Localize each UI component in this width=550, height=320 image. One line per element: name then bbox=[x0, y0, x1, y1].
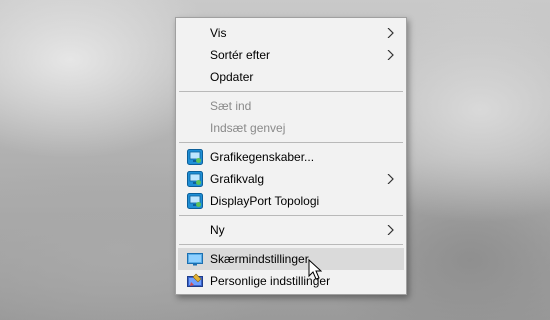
menu-item-graphics-properties-label: Grafikegenskaber... bbox=[210, 150, 315, 164]
intel-graphics-icon bbox=[187, 193, 203, 209]
menu-item-paste-label: Sæt ind bbox=[210, 99, 252, 113]
menu-item-display-settings[interactable]: Skærmindstillinger bbox=[178, 248, 404, 270]
menu-item-paste-shortcut: Indsæt genvej bbox=[178, 117, 404, 139]
menu-separator bbox=[179, 244, 403, 245]
chevron-right-icon bbox=[387, 225, 394, 235]
chevron-right-icon bbox=[387, 50, 394, 60]
menu-separator bbox=[179, 215, 403, 216]
menu-item-refresh[interactable]: Opdater bbox=[178, 66, 404, 88]
menu-item-view-label: Vis bbox=[210, 26, 227, 40]
menu-item-refresh-label: Opdater bbox=[210, 70, 254, 84]
menu-item-graphics-properties[interactable]: Grafikegenskaber... bbox=[178, 146, 404, 168]
mouse-pointer-icon bbox=[308, 259, 322, 280]
menu-item-display-settings-label: Skærmindstillinger bbox=[210, 252, 309, 266]
menu-separator bbox=[179, 91, 403, 92]
menu-item-sort-by-label: Sortér efter bbox=[210, 48, 271, 62]
desktop-context-menu: Vis Sortér efter Opdater Sæt ind Indsæt … bbox=[175, 17, 407, 295]
menu-item-personalize[interactable]: Personlige indstillinger bbox=[178, 270, 404, 292]
menu-item-sort-by[interactable]: Sortér efter bbox=[178, 44, 404, 66]
menu-item-graphics-options-label: Grafikvalg bbox=[210, 172, 265, 186]
intel-graphics-icon bbox=[187, 171, 203, 187]
menu-item-paste-shortcut-label: Indsæt genvej bbox=[210, 121, 286, 135]
menu-item-paste: Sæt ind bbox=[178, 95, 404, 117]
personalize-icon bbox=[187, 273, 203, 287]
menu-separator bbox=[179, 142, 403, 143]
menu-item-new-label: Ny bbox=[210, 223, 225, 237]
chevron-right-icon bbox=[387, 174, 394, 184]
menu-item-new[interactable]: Ny bbox=[178, 219, 404, 241]
menu-item-graphics-options[interactable]: Grafikvalg bbox=[178, 168, 404, 190]
chevron-right-icon bbox=[387, 28, 394, 38]
menu-item-displayport-topology-label: DisplayPort Topologi bbox=[210, 194, 320, 208]
menu-item-displayport-topology[interactable]: DisplayPort Topologi bbox=[178, 190, 404, 212]
display-settings-icon bbox=[187, 253, 203, 266]
menu-item-view[interactable]: Vis bbox=[178, 22, 404, 44]
intel-graphics-icon bbox=[187, 149, 203, 165]
